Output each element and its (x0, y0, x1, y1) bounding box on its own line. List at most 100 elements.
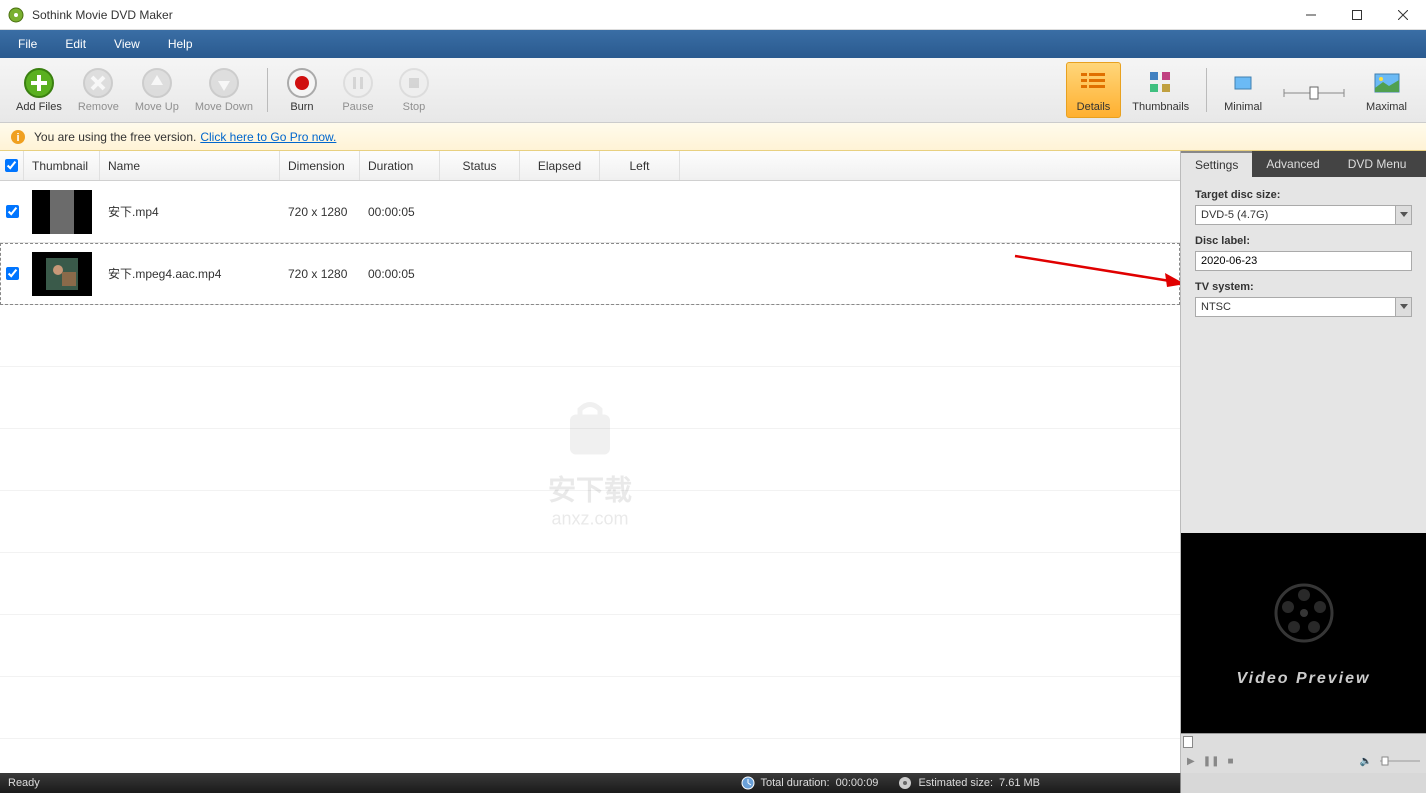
go-pro-link[interactable]: Click here to Go Pro now. (200, 130, 336, 144)
header-dimension[interactable]: Dimension (280, 151, 360, 180)
view-thumbnails-button[interactable]: Thumbnails (1121, 62, 1200, 118)
menu-file[interactable]: File (4, 33, 51, 55)
status-total-duration: Total duration: 00:00:09 (741, 776, 879, 790)
preview-volume-button[interactable]: 🔈 (1360, 756, 1372, 767)
chevron-down-icon (1395, 206, 1411, 224)
maximize-button[interactable] (1334, 0, 1380, 29)
video-preview: Video Preview (1181, 533, 1426, 733)
preview-controls: ▶ ❚❚ ■ 🔈 (1181, 749, 1426, 773)
zoom-slider[interactable] (1279, 83, 1349, 103)
clock-icon (741, 776, 755, 790)
burn-button[interactable]: Burn (274, 63, 330, 117)
row-thumbnail (24, 243, 100, 304)
menu-view[interactable]: View (100, 33, 154, 55)
status-ready: Ready (8, 777, 40, 789)
menu-help[interactable]: Help (154, 33, 207, 55)
table-row[interactable]: 安下.mp4720 x 128000:00:05 (0, 181, 1180, 243)
right-panel: Settings Advanced DVD Menu Target disc s… (1180, 151, 1426, 773)
disc-label-label: Disc label: (1195, 235, 1412, 247)
header-thumbnail[interactable]: Thumbnail (24, 151, 100, 180)
preview-play-button[interactable]: ▶ (1187, 756, 1195, 767)
toolbar: Add Files Remove Move Up Move Down Burn … (0, 58, 1426, 123)
infobar: i You are using the free version. Click … (0, 123, 1426, 151)
empty-row (0, 367, 1180, 429)
table-row[interactable]: 安下.mpeg4.aac.mp4720 x 128000:00:05 (0, 243, 1180, 305)
disc-label-input[interactable] (1195, 251, 1412, 271)
preview-stop-button[interactable]: ■ (1227, 756, 1233, 767)
separator (1206, 68, 1207, 112)
target-disc-size-select[interactable]: DVD-5 (4.7G) (1195, 205, 1412, 225)
minimal-icon (1227, 67, 1259, 99)
file-table: Thumbnail Name Dimension Duration Status… (0, 151, 1180, 773)
row-dimension: 720 x 1280 (280, 181, 360, 242)
remove-button: Remove (70, 63, 127, 117)
target-disc-size-label: Target disc size: (1195, 189, 1412, 201)
status-estimated-size: Estimated size: 7.61 MB (898, 776, 1040, 790)
preview-pause-button[interactable]: ❚❚ (1203, 756, 1220, 767)
app-icon (8, 7, 24, 23)
move-up-icon (141, 67, 173, 99)
row-thumbnail (24, 181, 100, 242)
table-body: 安下.mp4720 x 128000:00:05安下.mpeg4.aac.mp4… (0, 181, 1180, 739)
info-icon: i (10, 129, 26, 145)
details-icon (1077, 67, 1109, 99)
menubar: File Edit View Help (0, 30, 1426, 58)
tv-system-select[interactable]: NTSC (1195, 297, 1412, 317)
preview-label: Video Preview (1237, 670, 1371, 688)
row-checkbox[interactable] (0, 243, 24, 304)
row-name: 安下.mpeg4.aac.mp4 (100, 243, 280, 304)
row-checkbox[interactable] (0, 181, 24, 242)
preview-seek-bar[interactable] (1181, 733, 1426, 749)
panel-tabs: Settings Advanced DVD Menu (1181, 151, 1426, 177)
thumbnails-icon (1145, 67, 1177, 99)
remove-icon (82, 67, 114, 99)
close-button[interactable] (1380, 0, 1426, 29)
volume-slider[interactable] (1380, 756, 1420, 766)
minimize-button[interactable] (1288, 0, 1334, 29)
disc-icon (898, 776, 912, 790)
add-icon (23, 67, 55, 99)
stop-button: Stop (386, 63, 442, 117)
move-down-button: Move Down (187, 63, 261, 117)
add-files-button[interactable]: Add Files (8, 63, 70, 117)
view-details-button[interactable]: Details (1066, 62, 1122, 118)
empty-row (0, 677, 1180, 739)
view-maximal-button[interactable]: Maximal (1355, 62, 1418, 118)
row-dimension: 720 x 1280 (280, 243, 360, 304)
svg-text:i: i (16, 132, 19, 144)
empty-row (0, 615, 1180, 677)
separator (267, 68, 268, 112)
infobar-text: You are using the free version. (34, 130, 196, 144)
row-duration: 00:00:05 (360, 181, 440, 242)
table-header: Thumbnail Name Dimension Duration Status… (0, 151, 1180, 181)
empty-row (0, 553, 1180, 615)
move-up-button: Move Up (127, 63, 187, 117)
header-duration[interactable]: Duration (360, 151, 440, 180)
stop-icon (398, 67, 430, 99)
header-checkbox[interactable] (0, 151, 24, 180)
row-duration: 00:00:05 (360, 243, 440, 304)
header-status[interactable]: Status (440, 151, 520, 180)
settings-body: Target disc size: DVD-5 (4.7G) Disc labe… (1181, 177, 1426, 533)
row-name: 安下.mp4 (100, 181, 280, 242)
statusbar: Ready Total duration: 00:00:09 Estimated… (0, 773, 1426, 793)
pause-button: Pause (330, 63, 386, 117)
window-title: Sothink Movie DVD Maker (32, 8, 1288, 22)
header-name[interactable]: Name (100, 151, 280, 180)
pause-icon (342, 67, 374, 99)
menu-edit[interactable]: Edit (51, 33, 100, 55)
tv-system-label: TV system: (1195, 281, 1412, 293)
film-reel-icon (1274, 583, 1334, 643)
tab-advanced[interactable]: Advanced (1252, 151, 1333, 177)
empty-row (0, 429, 1180, 491)
header-left[interactable]: Left (600, 151, 680, 180)
tab-settings[interactable]: Settings (1181, 151, 1252, 177)
chevron-down-icon (1395, 298, 1411, 316)
titlebar: Sothink Movie DVD Maker (0, 0, 1426, 30)
burn-icon (286, 67, 318, 99)
empty-row (0, 491, 1180, 553)
view-minimal-button[interactable]: Minimal (1213, 62, 1273, 118)
header-elapsed[interactable]: Elapsed (520, 151, 600, 180)
maximal-icon (1371, 67, 1403, 99)
tab-dvd-menu[interactable]: DVD Menu (1334, 151, 1421, 177)
